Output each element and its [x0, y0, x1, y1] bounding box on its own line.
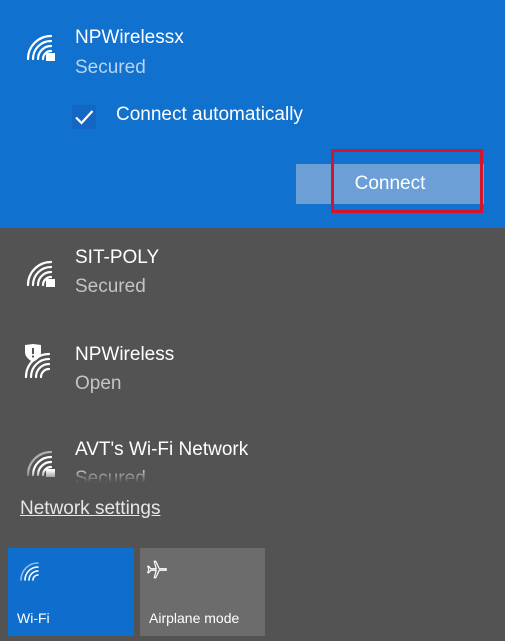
wifi-quick-action-tile[interactable]: Wi-Fi: [8, 548, 134, 636]
network-list-item[interactable]: SIT-POLY Secured: [0, 228, 505, 320]
connect-automatically-checkbox[interactable]: [72, 105, 96, 129]
wifi-open-shield-icon: [22, 344, 56, 380]
wifi-secured-icon: [24, 32, 58, 62]
wifi-secured-icon: [24, 258, 58, 288]
network-name: SIT-POLY: [75, 247, 160, 268]
connect-automatically-label[interactable]: Connect automatically: [116, 104, 303, 126]
network-list-item[interactable]: NPWireless Open: [0, 323, 505, 415]
network-name: AVT's Wi-Fi Network: [75, 439, 249, 460]
network-name: NPWirelessx: [75, 27, 184, 48]
airplane-mode-tile-label: Airplane mode: [149, 610, 240, 626]
network-name: NPWireless: [75, 344, 175, 365]
connect-button-label: Connect: [354, 173, 426, 194]
network-status: Secured: [75, 276, 146, 297]
network-settings-link[interactable]: Network settings: [20, 498, 160, 520]
wifi-icon: [18, 560, 40, 582]
airplane-mode-quick-action-tile[interactable]: Airplane mode: [140, 548, 265, 636]
list-fade: [0, 470, 505, 486]
selected-network-panel[interactable]: NPWirelessx Secured Connect automaticall…: [0, 0, 505, 228]
connect-button[interactable]: Connect: [296, 164, 484, 204]
network-status: Open: [75, 373, 122, 394]
wifi-tile-label: Wi-Fi: [17, 610, 50, 626]
airplane-icon: [144, 558, 168, 582]
network-list-item[interactable]: AVT's Wi-Fi Network Secured: [0, 418, 505, 510]
wifi-flyout: NPWirelessx Secured Connect automaticall…: [0, 0, 505, 641]
network-status: Secured: [75, 57, 146, 78]
